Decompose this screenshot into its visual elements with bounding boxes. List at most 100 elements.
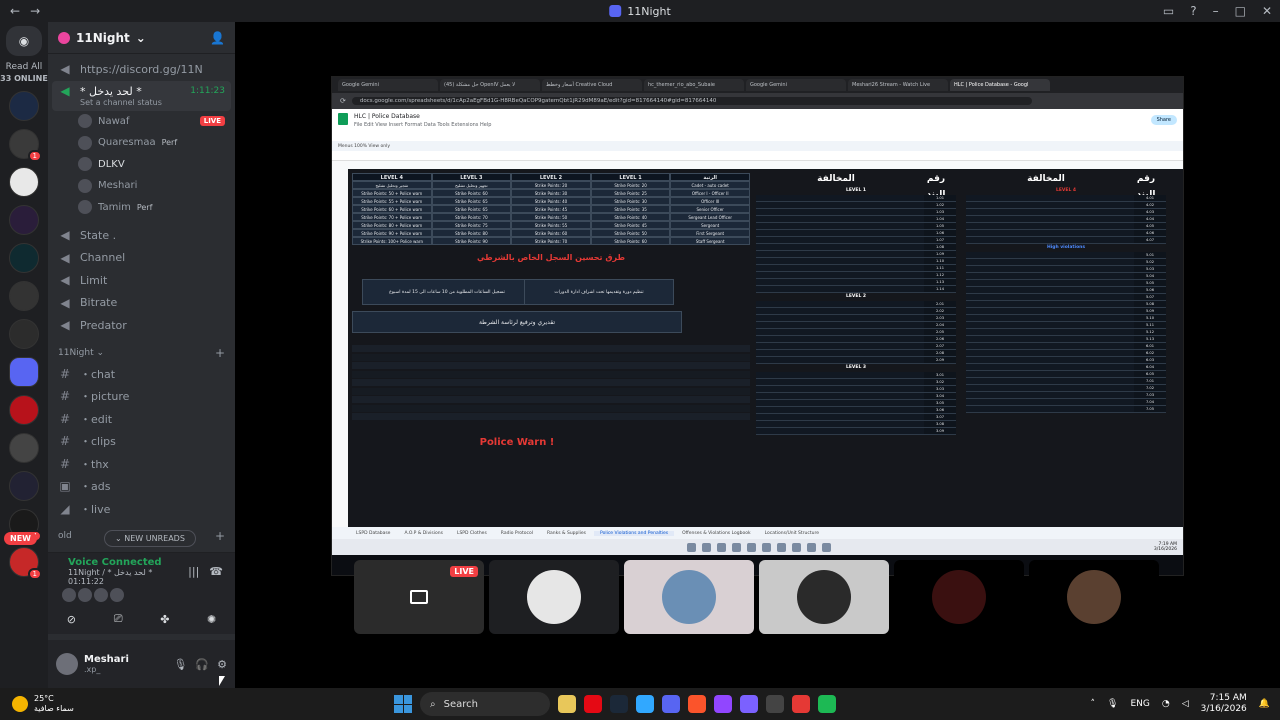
voice-channel[interactable]: ◀ State .: [48, 224, 235, 247]
taskbar-search[interactable]: ⌕ Search: [420, 692, 550, 716]
camera-off-icon[interactable]: ⊘: [53, 610, 89, 628]
screen-share-stream[interactable]: Google Gemini (45) حل مشكلة OpenIV لا يعم…: [331, 76, 1184, 576]
close-icon[interactable]: ✕: [1262, 4, 1272, 18]
screen-share-icon[interactable]: ⎚: [100, 610, 136, 628]
violation-text: [966, 237, 1134, 244]
server-icon[interactable]: [9, 395, 39, 425]
discord-home-icon[interactable]: ◉: [6, 26, 42, 56]
server-icon[interactable]: [9, 433, 39, 463]
user-names[interactable]: Meshari .xp_: [84, 654, 129, 674]
windows-start-icon[interactable]: [394, 695, 412, 713]
text-channel[interactable]: # ・chat: [48, 363, 235, 386]
channel-invite[interactable]: ◀ https://discord.gg/11N: [48, 58, 235, 81]
server-header[interactable]: 11Night ⌄ 👤: [48, 22, 235, 54]
voice-member[interactable]: DLKV: [48, 154, 235, 176]
forward-icon[interactable]: →: [30, 4, 40, 18]
add-channel-icon[interactable]: +: [215, 346, 225, 360]
voice-channel[interactable]: ◀ Bitrate: [48, 292, 235, 315]
voice-member[interactable]: Meshari: [48, 175, 235, 197]
voice-channel-active[interactable]: ◀ * لحد يدخل * 1:11:23 Set a channel sta…: [52, 80, 231, 111]
file-explorer-icon[interactable]: [558, 695, 576, 713]
voice-channel[interactable]: ◀ Channel: [48, 247, 235, 270]
avatar[interactable]: [56, 653, 78, 675]
row-numbers: [332, 169, 348, 527]
server-icon[interactable]: [9, 471, 39, 501]
voice-channel[interactable]: ◀ Predator: [48, 314, 235, 337]
server-icon[interactable]: 1: [9, 547, 42, 580]
weather-widget[interactable]: 25°C سماء صافية: [12, 694, 74, 714]
steam-icon[interactable]: [610, 695, 628, 713]
participant-tile[interactable]: [624, 560, 754, 634]
noise-suppression-icon[interactable]: |||: [188, 565, 199, 578]
text-channel[interactable]: # ・edit: [48, 408, 235, 431]
activities-icon[interactable]: ✤: [147, 610, 183, 628]
disconnect-icon[interactable]: ☎: [209, 565, 223, 578]
voice-member[interactable]: Tamim Perf: [48, 197, 235, 219]
text-channel[interactable]: # ・clips: [48, 430, 235, 453]
help-icon[interactable]: ?: [1190, 4, 1196, 18]
text-channel[interactable]: # ・picture: [48, 385, 235, 408]
text-channel[interactable]: # ・thx: [48, 453, 235, 476]
back-icon[interactable]: ←: [10, 4, 20, 18]
taskbar-clock[interactable]: 7:15 AM 3/16/2026: [1201, 693, 1247, 715]
violation-row: 2.04: [756, 322, 956, 329]
chevron-up-icon[interactable]: ˄: [1091, 699, 1096, 709]
server-icon[interactable]: [9, 281, 39, 311]
server-icon[interactable]: [9, 91, 39, 121]
voice-member[interactable]: Nawaf LIVE: [48, 111, 235, 133]
notification-bell-icon[interactable]: 🔔: [1259, 699, 1270, 709]
read-all-button[interactable]: Read All: [6, 62, 43, 72]
improvement-box: تنظيم دورة وتقديمها تحت اشراف ادارة الدو…: [524, 279, 674, 305]
language-indicator[interactable]: ENG: [1130, 699, 1149, 709]
microphone-icon[interactable]: 🎙: [1107, 699, 1118, 709]
participant-tile[interactable]: [1029, 560, 1159, 634]
set-status-link[interactable]: Set a channel status: [58, 98, 225, 107]
app-icon[interactable]: [740, 695, 758, 713]
server-icon[interactable]: [9, 319, 39, 349]
microphone-icon[interactable]: 🎙: [173, 658, 187, 671]
app-icon[interactable]: [714, 695, 732, 713]
app-icon[interactable]: [818, 695, 836, 713]
voice-member[interactable]: Quaresmaa Perf: [48, 132, 235, 154]
sun-icon: [12, 696, 28, 712]
violation-number: 6.02: [1134, 350, 1166, 357]
new-pill[interactable]: NEW: [4, 532, 37, 545]
server-icon[interactable]: [9, 205, 39, 235]
netflix-icon[interactable]: [584, 695, 602, 713]
inbox-icon[interactable]: ▭: [1163, 4, 1174, 18]
participant-tile[interactable]: LIVE: [354, 560, 484, 634]
violation-text: [966, 343, 1134, 350]
wifi-icon[interactable]: ◔: [1162, 699, 1170, 709]
headphones-icon[interactable]: 🎧: [195, 658, 209, 671]
discord-icon[interactable]: [662, 695, 680, 713]
participant-tile[interactable]: [759, 560, 889, 634]
server-icon[interactable]: [9, 167, 39, 197]
server-icon-selected[interactable]: [9, 357, 39, 387]
channel-label: Limit: [80, 273, 108, 287]
gear-icon[interactable]: ⚙: [217, 658, 227, 671]
app-icon[interactable]: [766, 695, 784, 713]
app-icon[interactable]: [792, 695, 810, 713]
server-icon[interactable]: 1: [9, 129, 42, 162]
volume-icon[interactable]: ◁: [1182, 699, 1189, 709]
new-unreads-button[interactable]: ⌄ NEW UNREADS: [104, 530, 196, 547]
text-channel[interactable]: ▣ ・ads: [48, 475, 235, 498]
text-channel[interactable]: ◢ ・live: [48, 498, 235, 521]
soundboard-icon[interactable]: ✺: [194, 610, 230, 628]
add-member-icon[interactable]: 👤: [210, 31, 225, 45]
online-count: 33 ONLINE: [0, 74, 48, 83]
add-channel-icon[interactable]: +: [215, 529, 225, 543]
maximize-icon[interactable]: □: [1235, 4, 1246, 18]
violation-number: 2.06: [924, 336, 956, 343]
server-icon[interactable]: [9, 243, 39, 273]
category-header[interactable]: 11Night ⌄ +: [48, 343, 235, 363]
minimize-icon[interactable]: –: [1213, 4, 1219, 18]
brave-icon[interactable]: [688, 695, 706, 713]
participant-tile[interactable]: [489, 560, 619, 634]
participant-tile[interactable]: [894, 560, 1024, 634]
violation-number: 5.09: [1134, 308, 1166, 315]
voice-channel[interactable]: ◀ Limit: [48, 269, 235, 292]
sheet-tab: Locations/Unit Structure: [764, 530, 819, 536]
photoshop-icon[interactable]: [636, 695, 654, 713]
table-cell: Strike Points: 90: [431, 237, 512, 245]
